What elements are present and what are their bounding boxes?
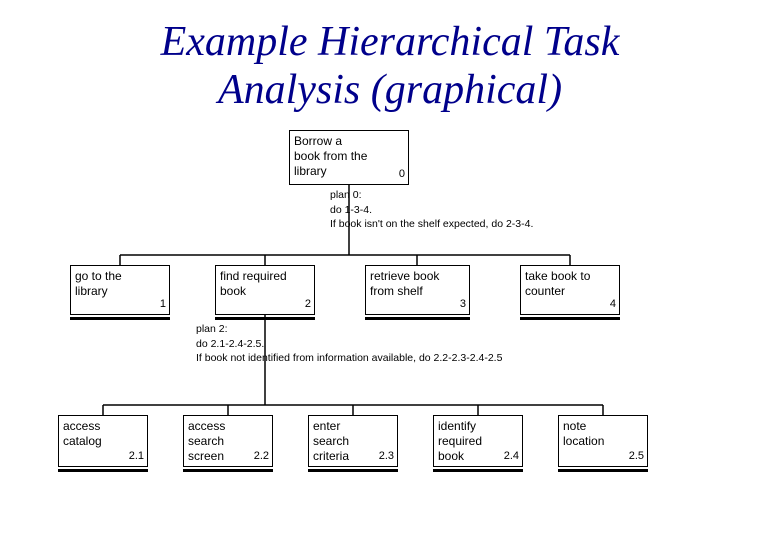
task-find-book: find requiredbook 2 [215, 265, 315, 315]
plan0-text: plan 0: do 1-3-4. If book isn't on the s… [330, 188, 533, 232]
underbar-1 [70, 317, 170, 320]
underbar-3 [365, 317, 470, 320]
task-retrieve-book: retrieve bookfrom shelf 3 [365, 265, 470, 315]
task-note-location: notelocation 2.5 [558, 415, 648, 467]
task-take-book: take book tocounter 4 [520, 265, 620, 315]
underbar-21 [58, 469, 148, 472]
task-access-catalog: accesscatalog 2.1 [58, 415, 148, 467]
task-identify-book: identifyrequiredbook 2.4 [433, 415, 523, 467]
root-box: Borrow abook from thelibrary 0 [289, 130, 409, 185]
underbar-25 [558, 469, 648, 472]
underbar-4 [520, 317, 620, 320]
underbar-22 [183, 469, 273, 472]
task-enter-criteria: entersearchcriteria 2.3 [308, 415, 398, 467]
task-go-library: go to thelibrary 1 [70, 265, 170, 315]
underbar-24 [433, 469, 523, 472]
task-access-search: accesssearchscreen 2.2 [183, 415, 273, 467]
underbar-2 [215, 317, 315, 320]
plan2-text: plan 2: do 2.1-2.4-2.5. If book not iden… [196, 322, 502, 366]
underbar-23 [308, 469, 398, 472]
page-title: Example Hierarchical Task Analysis (grap… [0, 0, 780, 115]
